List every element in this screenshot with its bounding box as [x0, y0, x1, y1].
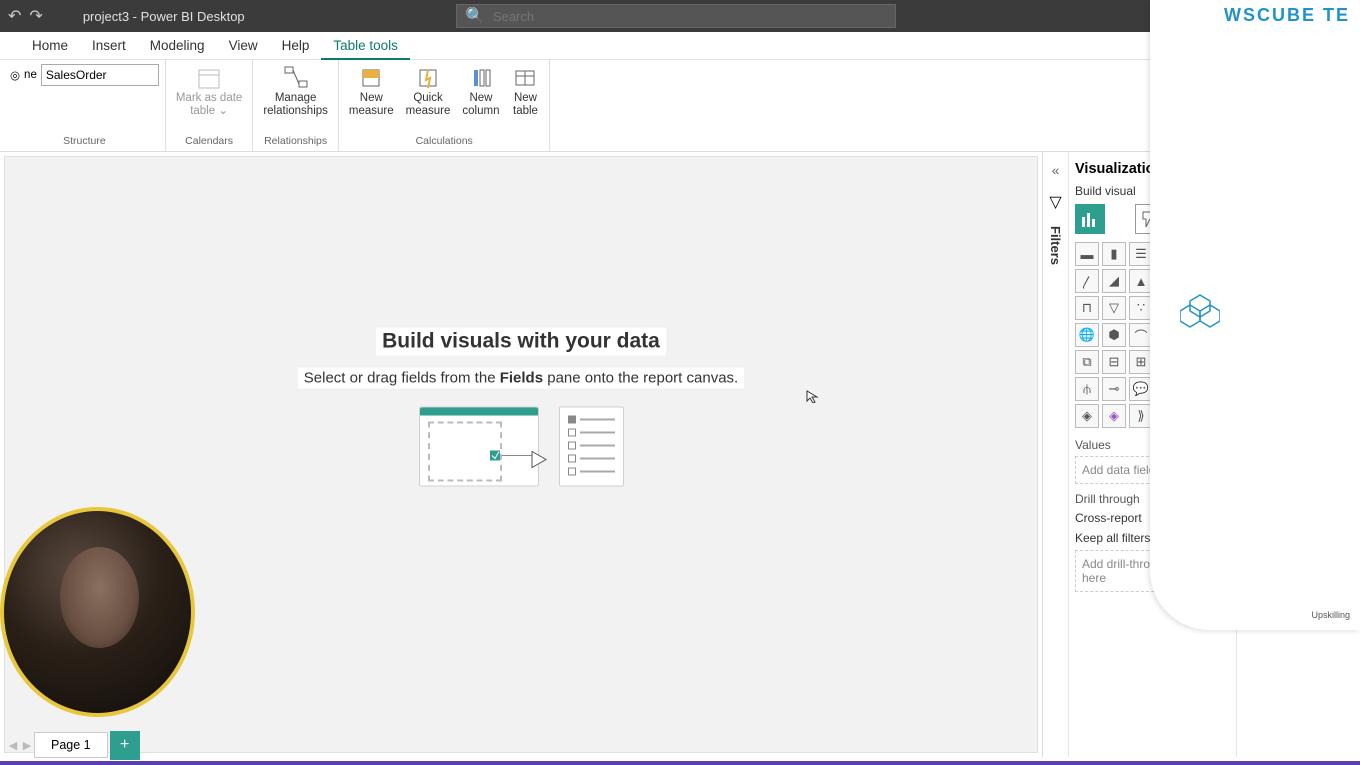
- canvas-illustration: [263, 406, 779, 486]
- group-calculations: New measure Quick measure New column: [339, 60, 551, 151]
- viz-funnel-icon[interactable]: ▽: [1102, 296, 1126, 320]
- hex-logo-icon: [1180, 293, 1220, 333]
- canvas-subtext: Select or drag fields from the Fields pa…: [298, 367, 744, 388]
- prev-page-icon[interactable]: ◀: [6, 739, 20, 752]
- tab-home[interactable]: Home: [20, 32, 80, 60]
- quick-measure-button[interactable]: Quick measure: [402, 64, 455, 118]
- group-relationships: Manage relationships Relationships: [253, 60, 339, 151]
- viz-kpi-icon[interactable]: ⧉: [1075, 350, 1099, 374]
- add-page-button[interactable]: +: [110, 731, 140, 760]
- table-icon: [511, 64, 539, 92]
- logo-text: WSCUBE TE: [1224, 5, 1350, 610]
- new-column-button[interactable]: New column: [458, 64, 503, 118]
- filters-pane-collapsed[interactable]: « ▽ Filters: [1042, 152, 1068, 757]
- group-structure: ◎ ne Structure: [4, 60, 166, 151]
- canvas-heading: Build visuals with your data: [376, 327, 666, 355]
- illustration-canvas-icon: [419, 406, 539, 486]
- build-visual-mode[interactable]: [1075, 204, 1105, 234]
- page-tab[interactable]: Page 1: [34, 732, 108, 758]
- new-measure-button[interactable]: New measure: [345, 64, 398, 118]
- tab-view[interactable]: View: [217, 32, 270, 60]
- manage-relationships-button[interactable]: Manage relationships: [259, 64, 332, 118]
- group-calendars: Mark as date table ⌄ Calendars: [166, 60, 253, 151]
- tab-insert[interactable]: Insert: [80, 32, 138, 60]
- global-search[interactable]: 🔍: [456, 4, 896, 28]
- viz-decomposition-icon[interactable]: ⊸: [1102, 377, 1126, 401]
- relationships-icon: [282, 64, 310, 92]
- cross-report-label: Cross-report: [1075, 511, 1142, 525]
- viz-line-icon[interactable]: 〳: [1075, 269, 1099, 293]
- group-label-calendars: Calendars: [172, 135, 246, 149]
- search-icon: 🔍: [465, 6, 485, 26]
- page-bar: ◀ ▶ Page 1 +: [6, 731, 140, 759]
- viz-key-influencers-icon[interactable]: ⫛: [1075, 377, 1099, 401]
- group-label-relationships: Relationships: [259, 135, 332, 149]
- name-icon: ◎: [10, 68, 20, 82]
- filter-funnel-icon: ▽: [1049, 192, 1061, 212]
- viz-waterfall-icon[interactable]: ⊓: [1075, 296, 1099, 320]
- mark-as-date-table-button: Mark as date table ⌄: [172, 64, 246, 118]
- tab-table-tools[interactable]: Table tools: [321, 32, 410, 60]
- keep-filters-label: Keep all filters: [1075, 531, 1150, 545]
- next-page-icon[interactable]: ▶: [20, 739, 34, 752]
- cursor-icon: [805, 389, 819, 403]
- window-title: project3 - Power BI Desktop: [83, 9, 245, 24]
- canvas-placeholder: Build visuals with your data Select or d…: [263, 327, 779, 486]
- group-label-structure: Structure: [10, 135, 159, 149]
- progress-bar: [0, 761, 1360, 765]
- viz-filled-map-icon[interactable]: ⬢: [1102, 323, 1126, 347]
- illustration-fields-icon: [559, 406, 624, 486]
- table-name-input[interactable]: [41, 64, 159, 86]
- viz-area-icon[interactable]: ◢: [1102, 269, 1126, 293]
- measure-icon: [357, 64, 385, 92]
- viz-powerapps-icon[interactable]: ◈: [1102, 404, 1126, 428]
- filters-label: Filters: [1048, 226, 1063, 265]
- calendar-icon: [195, 64, 223, 92]
- tab-help[interactable]: Help: [270, 32, 322, 60]
- viz-map-icon[interactable]: 🌐: [1075, 323, 1099, 347]
- tab-modeling[interactable]: Modeling: [138, 32, 217, 60]
- logo-subtext: Upskilling: [1224, 610, 1350, 620]
- viz-stacked-bar-icon[interactable]: ▬: [1075, 242, 1099, 266]
- redo-icon[interactable]: ↷: [29, 6, 42, 26]
- group-label-calculations: Calculations: [345, 135, 544, 149]
- viz-slicer-icon[interactable]: ⊟: [1102, 350, 1126, 374]
- brand-logo-overlay: WSCUBE TE Upskilling: [1150, 0, 1360, 630]
- quick-measure-icon: [414, 64, 442, 92]
- viz-arcgis-icon[interactable]: ◈: [1075, 404, 1099, 428]
- column-icon: [467, 64, 495, 92]
- new-table-button[interactable]: New table: [507, 64, 543, 118]
- presenter-webcam: [0, 507, 195, 717]
- back-icon[interactable]: ↶: [8, 6, 21, 26]
- viz-stacked-column-icon[interactable]: ▮: [1102, 242, 1126, 266]
- name-label: ne: [24, 69, 37, 81]
- collapse-filters-icon[interactable]: «: [1052, 162, 1060, 178]
- search-input[interactable]: [493, 9, 873, 24]
